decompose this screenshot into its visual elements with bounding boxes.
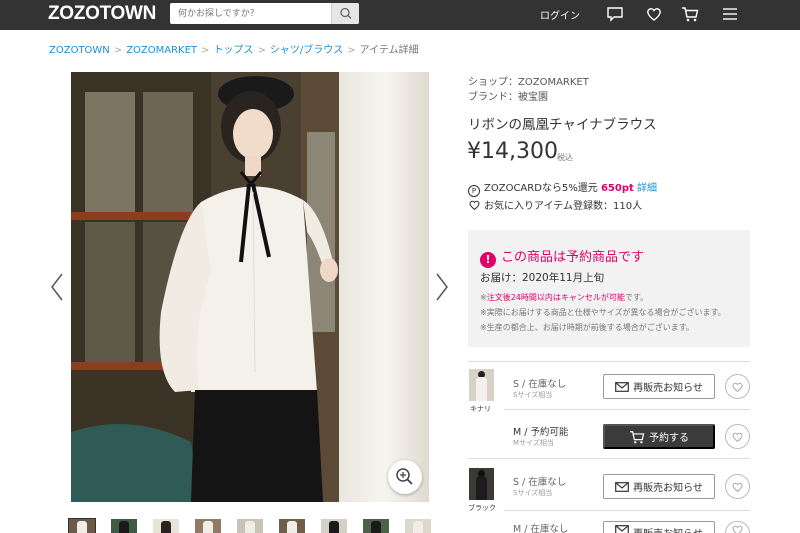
divider [504, 409, 750, 410]
thumbnail-image[interactable] [321, 519, 347, 533]
color-thumbnail-black[interactable] [469, 468, 494, 500]
points-text: ZOZOCARDなら5%還元 [484, 183, 598, 194]
thumbnail-image[interactable] [279, 519, 305, 533]
sku-size-stock: S / 在庫なし [513, 477, 567, 488]
breadcrumb-current: アイテム詳細 [359, 45, 419, 56]
sku-size-stock: M / 在庫なし [513, 524, 569, 533]
heart-icon [732, 432, 743, 442]
sku-size-equivalent: Sサイズ相当 [513, 489, 553, 497]
thumbnail-image[interactable] [237, 519, 263, 533]
thumbnail-image[interactable] [405, 519, 431, 533]
product-price: ¥14,300 [467, 139, 558, 164]
product-title: リボンの鳳凰チャイナブラウス [468, 117, 657, 133]
mail-icon [615, 381, 629, 392]
breadcrumb-separator: > [113, 45, 123, 56]
thumbnail-image[interactable] [111, 519, 137, 533]
heart-icon [732, 382, 743, 392]
breadcrumb-tops[interactable]: トップス [213, 45, 253, 56]
favorite-count-text: お気に入りアイテム登録数：110人 [484, 201, 643, 212]
breadcrumb-zozotown[interactable]: ZOZOTOWN [49, 45, 110, 56]
mail-icon [615, 481, 629, 492]
divider [468, 361, 750, 362]
mail-icon [615, 525, 629, 533]
favorite-size-button[interactable] [725, 374, 750, 399]
preorder-notice: ! この商品は予約商品です お届け：2020年11月上旬 ※注文後24時間以内はキ… [468, 230, 750, 347]
spec-note: ※実際にお届けする商品と仕様やサイズが異なる場合がございます。 [480, 308, 726, 317]
thumbnail-image[interactable] [68, 518, 96, 533]
breadcrumb-separator: > [201, 45, 210, 56]
search-icon [340, 7, 352, 19]
breadcrumb-separator: > [347, 45, 356, 56]
menu-icon[interactable] [721, 5, 739, 23]
color-thumbnail-kinari[interactable] [469, 369, 494, 401]
divider [504, 510, 750, 511]
zoom-icon [396, 468, 413, 485]
login-link[interactable]: ログイン [540, 7, 580, 22]
favorite-count: お気に入りアイテム登録数：110人 [468, 197, 642, 212]
breadcrumb-zozomarket[interactable]: ZOZOMARKET [126, 45, 197, 56]
points-icon: P [468, 185, 480, 197]
next-image-arrow[interactable] [435, 272, 449, 302]
points-detail-link[interactable]: 詳細 [637, 183, 657, 194]
chat-icon[interactable] [606, 5, 624, 23]
main-product-image[interactable] [71, 72, 429, 502]
restock-notify-button[interactable]: 再販売お知らせ [603, 474, 715, 499]
favorite-size-button[interactable] [725, 521, 750, 533]
favorite-size-button[interactable] [725, 474, 750, 499]
breadcrumb-shirts-blouses[interactable]: シャツ/ブラウス [270, 45, 343, 56]
reserve-button[interactable]: 予約する [603, 424, 715, 449]
previous-image-arrow[interactable] [50, 272, 64, 302]
search-box [170, 3, 359, 24]
thumbnail-strip [68, 518, 431, 533]
search-button[interactable] [331, 3, 359, 24]
restock-notify-button[interactable]: 再販売お知らせ [603, 374, 715, 399]
points-value: 650pt [600, 183, 634, 194]
zozocard-points: P ZOZOCARDなら5%還元 650pt 詳細 [468, 179, 657, 197]
delivery-note: ※生産の都合上、お届け時期が前後する場合がございます。 [480, 323, 694, 332]
breadcrumb-separator: > [257, 45, 266, 56]
heart-icon [469, 200, 480, 210]
favorite-size-button[interactable] [725, 424, 750, 449]
heart-icon [732, 482, 743, 492]
brand-name[interactable]: ブランド：被宝園 [468, 88, 548, 103]
thumbnail-image[interactable] [153, 519, 179, 533]
heart-icon [732, 525, 743, 533]
cancel-note: ※注文後24時間以内はキャンセルが可能です。 [480, 293, 649, 302]
sku-size-stock: M / 予約可能 [513, 427, 569, 438]
heart-icon[interactable] [645, 5, 663, 23]
top-header: ZOZOTOWN ログイン [0, 0, 800, 30]
zoom-button[interactable] [388, 460, 422, 494]
delivery-date: お届け：2020年11月上旬 [480, 272, 605, 284]
color-name: キナリ [470, 405, 491, 413]
alert-icon: ! [480, 252, 496, 268]
preorder-heading: ! この商品は予約商品です [480, 246, 644, 268]
zozotown-logo[interactable]: ZOZOTOWN [48, 3, 156, 25]
sku-size-stock: S / 在庫なし [513, 379, 567, 390]
sku-size-equivalent: Sサイズ相当 [513, 391, 553, 399]
thumbnail-image[interactable] [363, 519, 389, 533]
cart-icon[interactable] [681, 5, 699, 23]
cart-icon [630, 430, 645, 443]
thumbnail-image[interactable] [195, 519, 221, 533]
shop-name[interactable]: ショップ：ZOZOMARKET [468, 73, 589, 88]
restock-notify-button[interactable]: 再販売お知らせ [603, 521, 715, 533]
tax-included-label: 税込 [557, 153, 573, 162]
color-name: ブラック [468, 504, 496, 512]
divider [468, 458, 750, 459]
breadcrumb: ZOZOTOWN > ZOZOMARKET > トップス > シャツ/ブラウス > アイテム詳細 [49, 41, 419, 56]
search-input[interactable] [170, 3, 330, 24]
sku-size-equivalent: Mサイズ相当 [513, 439, 554, 447]
